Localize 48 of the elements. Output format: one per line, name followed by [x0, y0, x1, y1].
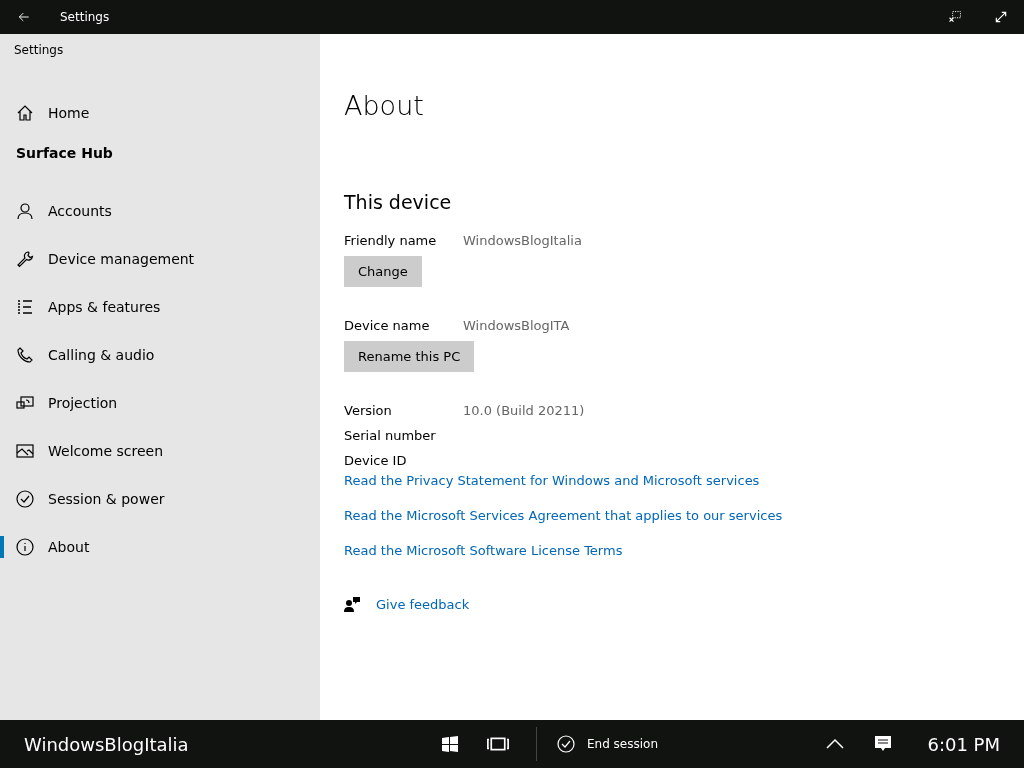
- field-label: Device name: [344, 318, 431, 333]
- sidebar-item[interactable]: Projection: [0, 379, 320, 427]
- picture-icon: [16, 442, 34, 460]
- field-label: Device ID: [344, 453, 408, 468]
- window-title: Settings: [60, 10, 111, 24]
- clock: 6:01 PM: [927, 733, 1000, 755]
- message-icon: [874, 735, 893, 753]
- field-label: Version: [344, 403, 393, 418]
- sidebar-item[interactable]: About: [0, 523, 320, 571]
- home-nav-item[interactable]: Home: [0, 89, 320, 137]
- link[interactable]: Read the Privacy Statement for Windows and Microsoft services: [344, 473, 1024, 488]
- page-title: About: [344, 90, 425, 121]
- check-circle-icon: [557, 735, 575, 753]
- dotted-frame-icon: [948, 10, 962, 24]
- info-icon: [16, 538, 34, 556]
- end-session-button[interactable]: End session: [551, 724, 665, 764]
- device-name: WindowsBlogItalia: [24, 733, 190, 755]
- task-view-icon: [486, 735, 510, 753]
- rename-button[interactable]: Rename this PC: [344, 341, 475, 372]
- sidebar-item[interactable]: Session & power: [0, 475, 320, 523]
- windows-logo-icon: [442, 736, 458, 752]
- feedback-link[interactable]: Give feedback: [376, 596, 470, 612]
- link[interactable]: Read the Microsoft Software License Terms: [344, 543, 1024, 558]
- section-heading: Surface Hub: [16, 145, 114, 161]
- phone-icon: [16, 346, 34, 364]
- wrench-icon: [16, 250, 34, 268]
- field-label: Serial number: [344, 428, 437, 443]
- sidebar-item[interactable]: Calling & audio: [0, 331, 320, 379]
- person-icon: [16, 202, 34, 220]
- feedback-icon: [344, 596, 360, 612]
- back-arrow-icon: [17, 10, 31, 24]
- sidebar-item[interactable]: Accounts: [0, 187, 320, 235]
- field-label: Friendly name: [344, 233, 438, 248]
- home-icon: [16, 104, 34, 122]
- sidebar-item[interactable]: Device management: [0, 235, 320, 283]
- field-value: WindowsBlogITA: [463, 318, 570, 333]
- list-icon: [16, 298, 34, 316]
- sidebar-header: Settings: [14, 43, 65, 57]
- field-value: WindowsBlogItalia: [463, 233, 582, 248]
- field-value: 10.0 (Build 20211): [463, 403, 585, 418]
- sidebar-item[interactable]: Apps & features: [0, 283, 320, 331]
- screen-cast-icon: [16, 394, 34, 412]
- sidebar-item[interactable]: Welcome screen: [0, 427, 320, 475]
- change-button[interactable]: Change: [344, 256, 422, 287]
- check-circle-icon: [16, 490, 34, 508]
- expand-arrow-icon: [994, 10, 1008, 24]
- section-title: This device: [344, 191, 453, 213]
- link[interactable]: Read the Microsoft Services Agreement that applies to our services: [344, 508, 1024, 523]
